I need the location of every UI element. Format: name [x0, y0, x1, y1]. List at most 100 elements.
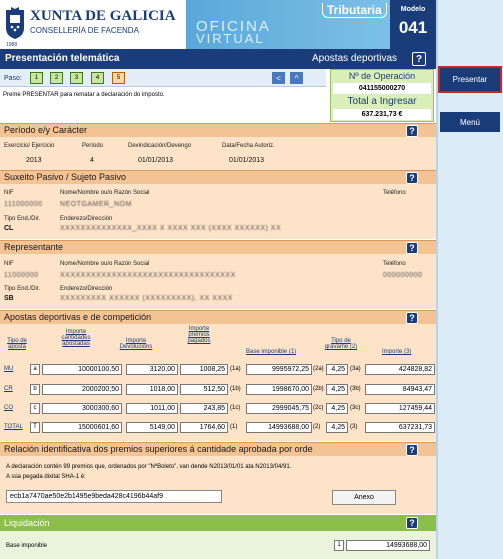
relacion-title: Relación identificativa dos premios supe… [4, 444, 313, 454]
relacion-section-body: A declaración contén 99 premios que, ord… [0, 456, 436, 514]
apostas-row-base: 1998670,00 [246, 384, 312, 395]
operation-number-label: Nº de Operación [348, 71, 416, 81]
apostas-row-bkey: (2a) [313, 366, 324, 372]
rep-enderezo-label: Enderezo/Dirección [60, 286, 113, 292]
apostas-row-importe: 637231,73 [365, 422, 435, 433]
step-4[interactable]: 4 [91, 72, 104, 84]
step-1[interactable]: 1 [30, 72, 43, 84]
model-box: Modelo 041 [390, 0, 436, 49]
nif-value: 111000000 [4, 201, 43, 208]
brand-subtitle: CONSELLERÍA DE FACENDA [30, 26, 139, 35]
scroll-up-button[interactable]: ^ [290, 72, 303, 84]
col-tipo-gravame[interactable]: Tipo de gravame (2) [320, 338, 362, 350]
apostas-row-pkey: (1a) [230, 366, 241, 372]
apostas-row-base: 2999045,75 [246, 403, 312, 414]
total-value: 637.231,73 € [333, 109, 431, 120]
apostas-row-base: 9995972,25 [246, 364, 312, 375]
help-icon[interactable]: ? [412, 52, 426, 66]
col-importe-cantidades[interactable]: Importe cantidades apostadas [56, 329, 96, 347]
total-label: Total a Ingresar [347, 96, 417, 107]
tipo-end-value: CL [4, 225, 14, 232]
steps-label: Paso: [4, 75, 22, 82]
relacion-line1: A declaración contén 99 premios que, ord… [6, 464, 292, 470]
telefono-label: Teléfono [383, 190, 406, 196]
exercicio-value: 2013 [26, 157, 42, 164]
apostas-row-tipo: 4,25 [326, 422, 348, 433]
anexo-button[interactable]: Anexo [332, 490, 396, 505]
help-icon[interactable]: ? [406, 172, 418, 184]
representante-title: Representante [4, 242, 64, 252]
rep-tipo-end-label: Tipo End./Dir. [4, 286, 41, 292]
apostas-row-bkey: (2b) [313, 386, 324, 392]
page-title: Presentación telemática [5, 53, 120, 64]
col-importe-premios[interactable]: Importe premios pagados [182, 326, 216, 344]
nombre-label: Nome/Nombre ou/o Razón Social [60, 190, 150, 196]
apostas-row-devolucions: 5149,00 [126, 422, 178, 433]
apostas-row-code[interactable]: CO [4, 405, 26, 411]
enderezo-value: XXXXXXXXXXXXXX_XXXX X XXXX XXX (XXXX XXX… [60, 225, 282, 232]
suxeito-section-header: Suxeito Pasivo / Sujeto Pasivo ? [0, 170, 436, 184]
devindicacion-label: Devindicación/Devengo [128, 143, 192, 149]
apostas-row-tipo: 4,25 [326, 384, 348, 395]
col-tipo-aposta[interactable]: Tipo de aposta [4, 338, 30, 350]
apostas-row-cantidades: 10000100,50 [42, 364, 122, 375]
apostas-row-devolucions: 3120,00 [126, 364, 178, 375]
apostas-section-body: Tipo de aposta Importe cantidades aposta… [0, 324, 436, 441]
rep-nombre-label: Nome/Nombre ou/o Razón Social [60, 261, 150, 267]
periodo-label: Período [82, 143, 104, 149]
banner-line2: VIRTUAL [196, 31, 265, 46]
rep-tipo-end-value: SB [4, 295, 14, 302]
apostas-row-devolucions: 1011,00 [126, 403, 178, 414]
col-importe-devolucions[interactable]: Importe Devolucións [116, 338, 156, 350]
help-icon[interactable]: ? [406, 242, 418, 254]
devindicacion-value: 01/01/2013 [138, 157, 174, 164]
periodo-value: 4 [90, 157, 94, 164]
apostas-row-code[interactable]: MU [4, 366, 26, 372]
liquidacion-title: Liquidación [4, 518, 50, 528]
apostas-row-cantidades: 2000200,50 [42, 384, 122, 395]
autoriz-value: 01/01/2013 [229, 157, 265, 164]
step-2[interactable]: 2 [50, 72, 63, 84]
periodo-title: Período e/y Carácter [4, 125, 88, 135]
rep-telefono-value: 000000000 [383, 272, 423, 279]
apostas-row-importe: 424828,82 [365, 364, 435, 375]
apostas-row-tkey: (3c) [350, 405, 361, 411]
step-5[interactable]: 5 [112, 72, 125, 84]
apostas-row-code[interactable]: CR [4, 386, 26, 392]
apostas-row-premios: 243,85 [180, 403, 228, 414]
menu-button[interactable]: Menú [440, 112, 500, 132]
liquidacion-section-body: Base imponible 1 14993688,00 [0, 531, 436, 559]
apostas-row-code[interactable]: TOTAL [4, 424, 26, 430]
presentar-button[interactable]: Presentar [438, 66, 502, 93]
galicia-crest-icon [6, 7, 24, 39]
autoriz-label: Data/Fecha Autoriz. [222, 143, 275, 149]
suxeito-section-body: NIF 111000000 Nome/Nombre ou/o Razón Soc… [0, 184, 436, 239]
periodo-section-header: Período e/y Carácter ? [0, 123, 436, 137]
nombre-value: NEOTGAMER_NOM [60, 201, 132, 208]
help-icon[interactable]: ? [406, 312, 418, 324]
col-importe[interactable]: Importe (3) [382, 349, 411, 355]
help-icon[interactable]: ? [406, 517, 418, 529]
xunta-logo: XUNTA DE GALICIA CONSELLERÍA DE FACENDA … [4, 4, 176, 48]
representante-section-header: Representante ? [0, 240, 436, 254]
apostas-row-cantidades: 3000300,60 [42, 403, 122, 414]
apostas-row-key: a [30, 364, 40, 375]
apostas-row-pkey: (1b) [230, 386, 241, 392]
col-base-imponible[interactable]: Base imponible (1) [246, 349, 296, 355]
sha1-hash-field: ecb1a7470ae50e2b1495e9beda428c4196b44af9 [6, 490, 222, 503]
form-subtitle: Apostas deportivas [312, 53, 398, 64]
exercicio-label: Exercicio/ Ejercicio [4, 143, 55, 149]
operation-number-value: 041155000270 [333, 83, 431, 94]
help-icon[interactable]: ? [406, 444, 418, 456]
step-3[interactable]: 3 [70, 72, 83, 84]
liq-base-key: 1 [334, 540, 344, 551]
previous-step-button[interactable]: < [272, 72, 285, 84]
apostas-row-base: 14993688,00 [246, 422, 312, 433]
rep-telefono-label: Teléfono [383, 261, 406, 267]
help-icon[interactable]: ? [406, 125, 418, 137]
representante-section-body: NIF 11000000 Nome/Nombre ou/o Razón Soci… [0, 254, 436, 309]
liquidacion-section-header: Liquidación ? [0, 515, 436, 531]
page-header: XUNTA DE GALICIA CONSELLERÍA DE FACENDA … [0, 0, 436, 49]
steps-bar: Paso: 1 2 3 4 5 < ^ [0, 69, 326, 87]
apostas-row-devolucions: 1018,00 [126, 384, 178, 395]
